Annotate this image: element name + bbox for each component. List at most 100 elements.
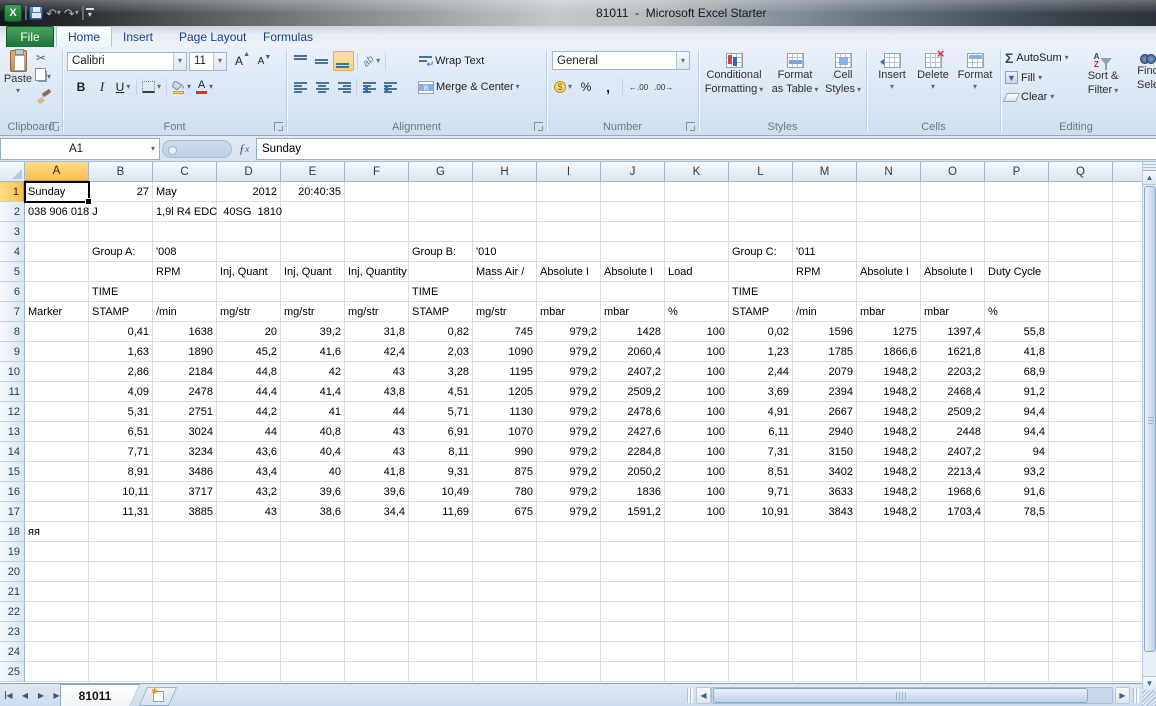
cell-E12[interactable]: 41	[281, 402, 345, 422]
cell-A18[interactable]: яя	[25, 522, 89, 542]
cell-Q17[interactable]	[1049, 502, 1113, 522]
cell-F19[interactable]	[345, 542, 409, 562]
cell-I8[interactable]: 979,2	[537, 322, 601, 342]
row-header-17[interactable]: 17	[0, 502, 25, 522]
row-header-21[interactable]: 21	[0, 582, 25, 602]
cell-partial-13[interactable]	[1113, 422, 1142, 442]
conditional-formatting-button[interactable]: Conditional Formatting▾	[701, 53, 767, 96]
formula-input[interactable]: Sunday	[256, 138, 1156, 160]
row-header-13[interactable]: 13	[0, 422, 25, 442]
cell-M8[interactable]: 1596	[793, 322, 857, 342]
cell-E6[interactable]	[281, 282, 345, 302]
column-header-D[interactable]: D	[217, 162, 281, 182]
cell-H10[interactable]: 1195	[473, 362, 537, 382]
cell-I2[interactable]	[537, 202, 601, 222]
cell-E23[interactable]	[281, 622, 345, 642]
cell-C5[interactable]: RPM	[153, 262, 217, 282]
cell-L24[interactable]	[729, 642, 793, 662]
cell-I5[interactable]: Absolute I	[537, 262, 601, 282]
align-middle-button[interactable]	[312, 51, 332, 71]
cell-D12[interactable]: 44,2	[217, 402, 281, 422]
vertical-scroll-thumb[interactable]	[1144, 186, 1156, 652]
cell-I18[interactable]	[537, 522, 601, 542]
cell-A1[interactable]: Sunday	[25, 182, 89, 202]
cell-J2[interactable]	[601, 202, 665, 222]
cell-E25[interactable]	[281, 662, 345, 682]
cell-F16[interactable]: 39,6	[345, 482, 409, 502]
cell-C14[interactable]: 3234	[153, 442, 217, 462]
cell-D8[interactable]: 20	[217, 322, 281, 342]
cell-A16[interactable]	[25, 482, 89, 502]
cell-A13[interactable]	[25, 422, 89, 442]
cell-O17[interactable]: 1703,4	[921, 502, 985, 522]
cell-I4[interactable]	[537, 242, 601, 262]
cell-G13[interactable]: 6,91	[409, 422, 473, 442]
cell-M2[interactable]	[793, 202, 857, 222]
cell-N4[interactable]	[857, 242, 921, 262]
cell-B14[interactable]: 7,71	[89, 442, 153, 462]
cell-N1[interactable]	[857, 182, 921, 202]
insert-worksheet-button[interactable]: ✱	[139, 687, 177, 706]
cell-partial-16[interactable]	[1113, 482, 1142, 502]
cell-partial-7[interactable]	[1113, 302, 1142, 322]
cell-D7[interactable]: mg/str	[217, 302, 281, 322]
merge-center-button[interactable]: Merge & Center▾	[416, 77, 522, 97]
cell-P24[interactable]	[985, 642, 1049, 662]
cell-A23[interactable]	[25, 622, 89, 642]
tab-home[interactable]: Home	[56, 26, 112, 47]
cell-J1[interactable]	[601, 182, 665, 202]
clipboard-dialog-launcher-icon[interactable]	[50, 122, 59, 131]
cell-F7[interactable]: mg/str	[345, 302, 409, 322]
cell-H2[interactable]	[473, 202, 537, 222]
cell-P18[interactable]	[985, 522, 1049, 542]
cell-A3[interactable]	[25, 222, 89, 242]
cell-Q7[interactable]	[1049, 302, 1113, 322]
cell-P15[interactable]: 93,2	[985, 462, 1049, 482]
cell-J23[interactable]	[601, 622, 665, 642]
cell-B13[interactable]: 6,51	[89, 422, 153, 442]
cell-B22[interactable]	[89, 602, 153, 622]
cell-K19[interactable]	[665, 542, 729, 562]
cell-L22[interactable]	[729, 602, 793, 622]
cell-L2[interactable]	[729, 202, 793, 222]
cell-G1[interactable]	[409, 182, 473, 202]
cell-N21[interactable]	[857, 582, 921, 602]
font-name-combo[interactable]: Calibri ▾	[67, 52, 187, 71]
orientation-button[interactable]: ab▾	[361, 51, 382, 71]
cell-H25[interactable]	[473, 662, 537, 682]
cell-M25[interactable]	[793, 662, 857, 682]
cell-partial-1[interactable]	[1113, 182, 1142, 202]
cell-N5[interactable]: Absolute I	[857, 262, 921, 282]
cell-I13[interactable]: 979,2	[537, 422, 601, 442]
cell-F10[interactable]: 43	[345, 362, 409, 382]
row-header-2[interactable]: 2	[0, 202, 25, 222]
format-painter-button[interactable]	[37, 91, 51, 104]
cell-I14[interactable]: 979,2	[537, 442, 601, 462]
cell-D25[interactable]	[217, 662, 281, 682]
column-header-J[interactable]: J	[601, 162, 665, 182]
cell-H3[interactable]	[473, 222, 537, 242]
cell-G20[interactable]	[409, 562, 473, 582]
cell-P19[interactable]	[985, 542, 1049, 562]
cell-F20[interactable]	[345, 562, 409, 582]
column-header-O[interactable]: O	[921, 162, 985, 182]
cell-Q6[interactable]	[1049, 282, 1113, 302]
cell-M11[interactable]: 2394	[793, 382, 857, 402]
cell-G9[interactable]: 2,03	[409, 342, 473, 362]
cell-M9[interactable]: 1785	[793, 342, 857, 362]
cell-I11[interactable]: 979,2	[537, 382, 601, 402]
row-header-5[interactable]: 5	[0, 262, 25, 282]
cell-M6[interactable]	[793, 282, 857, 302]
tab-split-handle[interactable]	[1133, 688, 1139, 703]
cell-D22[interactable]	[217, 602, 281, 622]
cell-D18[interactable]	[217, 522, 281, 542]
column-header-K[interactable]: K	[665, 162, 729, 182]
cell-Q18[interactable]	[1049, 522, 1113, 542]
cell-A5[interactable]	[25, 262, 89, 282]
cell-L13[interactable]: 6,11	[729, 422, 793, 442]
cell-E21[interactable]	[281, 582, 345, 602]
cell-A12[interactable]	[25, 402, 89, 422]
cell-K9[interactable]: 100	[665, 342, 729, 362]
cell-C12[interactable]: 2751	[153, 402, 217, 422]
cell-O16[interactable]: 1968,6	[921, 482, 985, 502]
